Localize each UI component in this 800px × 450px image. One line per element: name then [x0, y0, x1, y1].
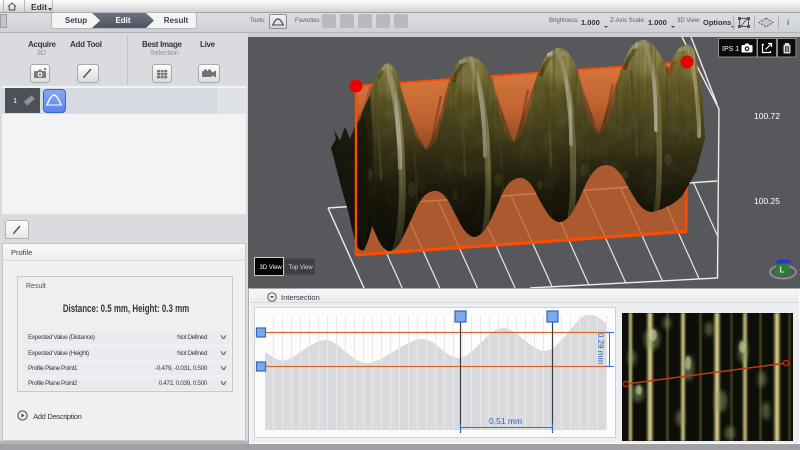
svg-text:0.29 mm: 0.29 mm	[596, 333, 605, 364]
svg-text:100.25: 100.25	[754, 196, 780, 206]
svg-text:0.51 mm: 0.51 mm	[489, 416, 522, 426]
svg-text:IPS 1: IPS 1	[722, 46, 739, 53]
svg-text:L: L	[780, 266, 785, 275]
svg-text:Top View: Top View	[289, 265, 314, 271]
svg-text:3D View: 3D View	[260, 265, 283, 271]
svg-text:100.72: 100.72	[754, 111, 780, 121]
